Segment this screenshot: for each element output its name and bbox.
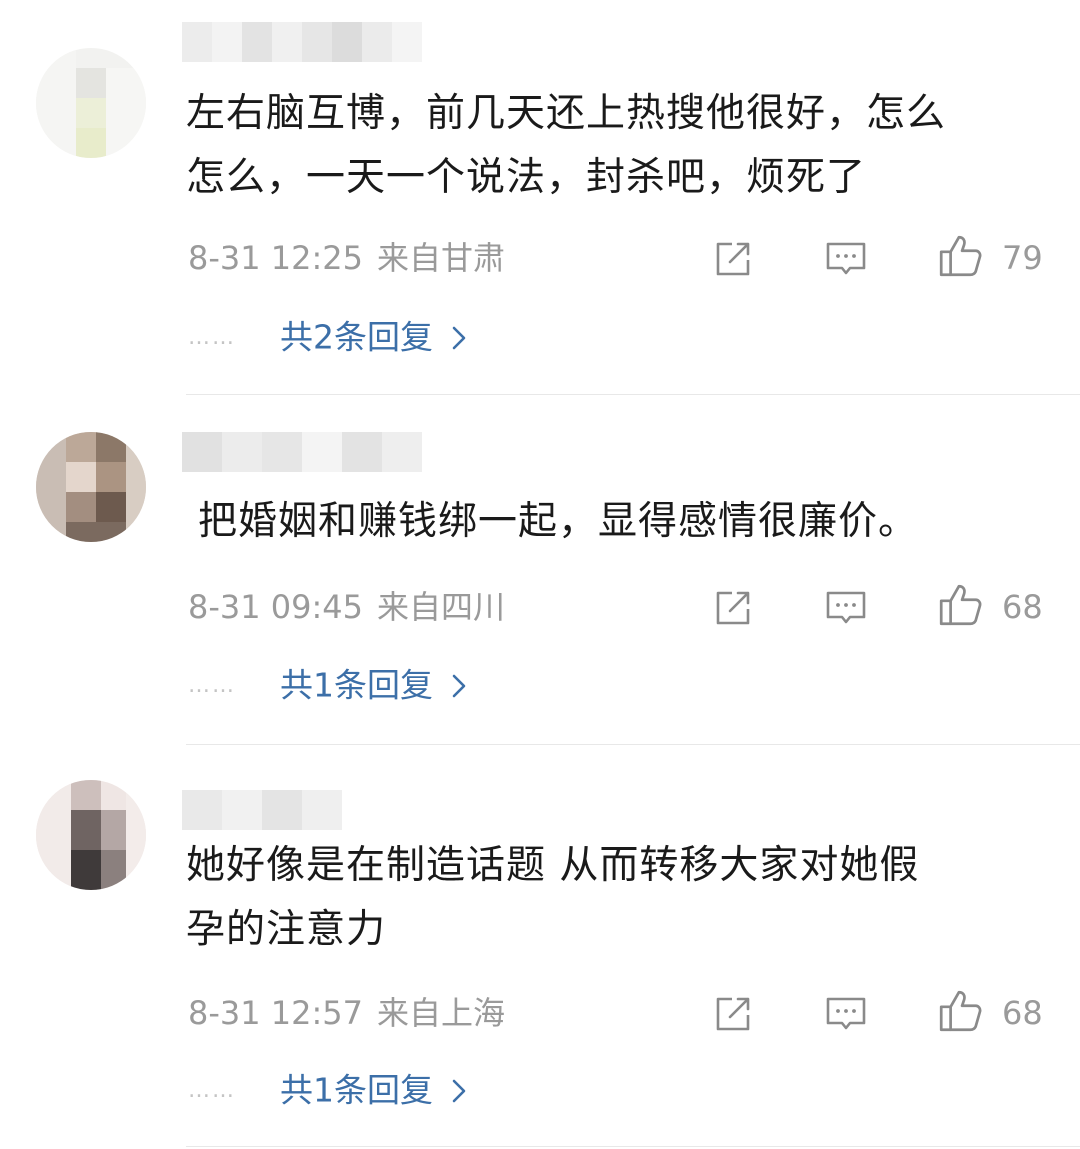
comment-time: 8-31 12:57 — [188, 994, 364, 1032]
comment-icon[interactable] — [823, 991, 869, 1037]
like-count: 68 — [1002, 994, 1043, 1032]
username-blurred[interactable] — [182, 790, 342, 830]
thumbs-up-icon[interactable] — [936, 987, 984, 1035]
reply-count-label[interactable]: 共1条回复 — [280, 1071, 433, 1110]
comment-text: 她好像是在制造话题 从而转移大家对她假 孕的注意力 — [186, 843, 920, 952]
divider — [186, 1146, 1080, 1147]
avatar[interactable] — [36, 780, 146, 890]
replies-link[interactable]: …… 共1条回复 — [188, 1067, 467, 1111]
comment-location: 来自上海 — [377, 994, 506, 1032]
chevron-right-icon — [452, 1079, 466, 1102]
comment-meta: 8-31 12:57 来自上海 — [188, 993, 505, 1033]
share-icon[interactable] — [710, 991, 756, 1037]
reply-dots: …… — [188, 1077, 236, 1103]
comment-item: 她好像是在制造话题 从而转移大家对她假 孕的注意力 8-31 12:57 来自上海… — [0, 0, 1080, 1149]
